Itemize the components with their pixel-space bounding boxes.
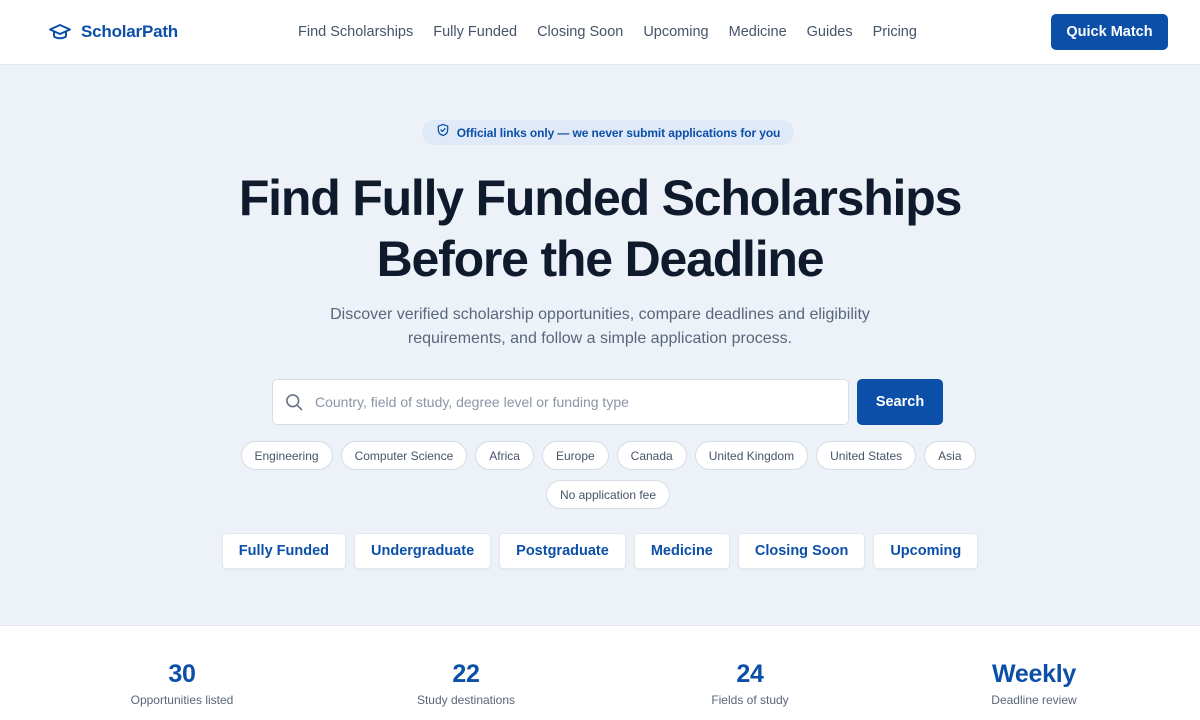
stat-label: Deadline review bbox=[991, 693, 1077, 707]
chip-europe[interactable]: Europe bbox=[541, 441, 609, 470]
nav-link-guides[interactable]: Guides bbox=[807, 24, 853, 40]
chip-computer-science[interactable]: Computer Science bbox=[340, 441, 468, 470]
chip-united-kingdom[interactable]: United Kingdom bbox=[694, 441, 809, 470]
trust-notice-text: Official links only — we never submit ap… bbox=[456, 125, 781, 140]
quick-match-button[interactable]: Quick Match bbox=[1051, 14, 1168, 50]
top-navbar: ScholarPath Find Scholarships Fully Fund… bbox=[0, 0, 1200, 65]
category-fully-funded[interactable]: Fully Funded bbox=[221, 533, 347, 569]
category-medicine[interactable]: Medicine bbox=[633, 533, 730, 569]
filter-chips: Engineering Computer Science Africa Euro… bbox=[220, 441, 996, 509]
stat-value: 22 bbox=[452, 660, 480, 688]
stat-fields: 24 Fields of study bbox=[630, 658, 870, 708]
nav-link-find-scholarships[interactable]: Find Scholarships bbox=[298, 24, 413, 40]
stat-value: Weekly bbox=[992, 660, 1076, 688]
search-input[interactable] bbox=[315, 394, 848, 410]
category-postgraduate[interactable]: Postgraduate bbox=[499, 533, 626, 569]
hero-title-line-1: Find Fully Funded Scholarships bbox=[238, 170, 963, 226]
stat-label: Study destinations bbox=[416, 693, 516, 707]
nav-link-upcoming[interactable]: Upcoming bbox=[643, 24, 708, 40]
chip-engineering[interactable]: Engineering bbox=[240, 441, 333, 470]
shield-check-icon bbox=[436, 123, 450, 142]
chip-africa[interactable]: Africa bbox=[475, 441, 534, 470]
stat-value: 24 bbox=[736, 660, 764, 688]
stat-opportunities: 30 Opportunities listed bbox=[62, 658, 302, 708]
stat-deadline-review: Weekly Deadline review bbox=[914, 658, 1154, 708]
category-upcoming[interactable]: Upcoming bbox=[873, 533, 979, 569]
hero-title-line-2: Before the Deadline bbox=[376, 231, 825, 287]
stat-value: 30 bbox=[168, 660, 196, 688]
nav-link-pricing[interactable]: Pricing bbox=[873, 24, 917, 40]
chip-no-application-fee[interactable]: No application fee bbox=[545, 480, 671, 509]
graduation-cap-icon bbox=[48, 20, 72, 44]
category-undergraduate[interactable]: Undergraduate bbox=[354, 533, 492, 569]
stat-destinations: 22 Study destinations bbox=[346, 658, 586, 708]
chip-united-states[interactable]: United States bbox=[816, 441, 917, 470]
search-bar bbox=[272, 379, 849, 425]
search-button[interactable]: Search bbox=[857, 379, 943, 425]
brand-logo[interactable]: ScholarPath bbox=[48, 20, 178, 44]
hero-title: Find Fully Funded Scholarships Before th… bbox=[0, 168, 1200, 290]
category-buttons: Fully Funded Undergraduate Postgraduate … bbox=[0, 533, 1200, 569]
chip-canada[interactable]: Canada bbox=[616, 441, 687, 470]
stats-strip: 30 Opportunities listed 22 Study destina… bbox=[0, 625, 1200, 720]
chip-asia[interactable]: Asia bbox=[924, 441, 976, 470]
nav-link-closing-soon[interactable]: Closing Soon bbox=[537, 24, 623, 40]
trust-notice-badge: Official links only — we never submit ap… bbox=[422, 120, 794, 145]
category-closing-soon[interactable]: Closing Soon bbox=[737, 533, 866, 569]
search-icon bbox=[273, 392, 315, 412]
stat-label: Opportunities listed bbox=[130, 693, 234, 707]
hero-subtitle: Discover verified scholarship opportunit… bbox=[330, 306, 870, 347]
nav-link-medicine[interactable]: Medicine bbox=[729, 24, 787, 40]
brand-name: ScholarPath bbox=[81, 22, 178, 41]
main-nav: Find Scholarships Fully Funded Closing S… bbox=[298, 0, 937, 64]
stat-label: Fields of study bbox=[711, 693, 789, 707]
nav-link-fully-funded[interactable]: Fully Funded bbox=[433, 24, 517, 40]
